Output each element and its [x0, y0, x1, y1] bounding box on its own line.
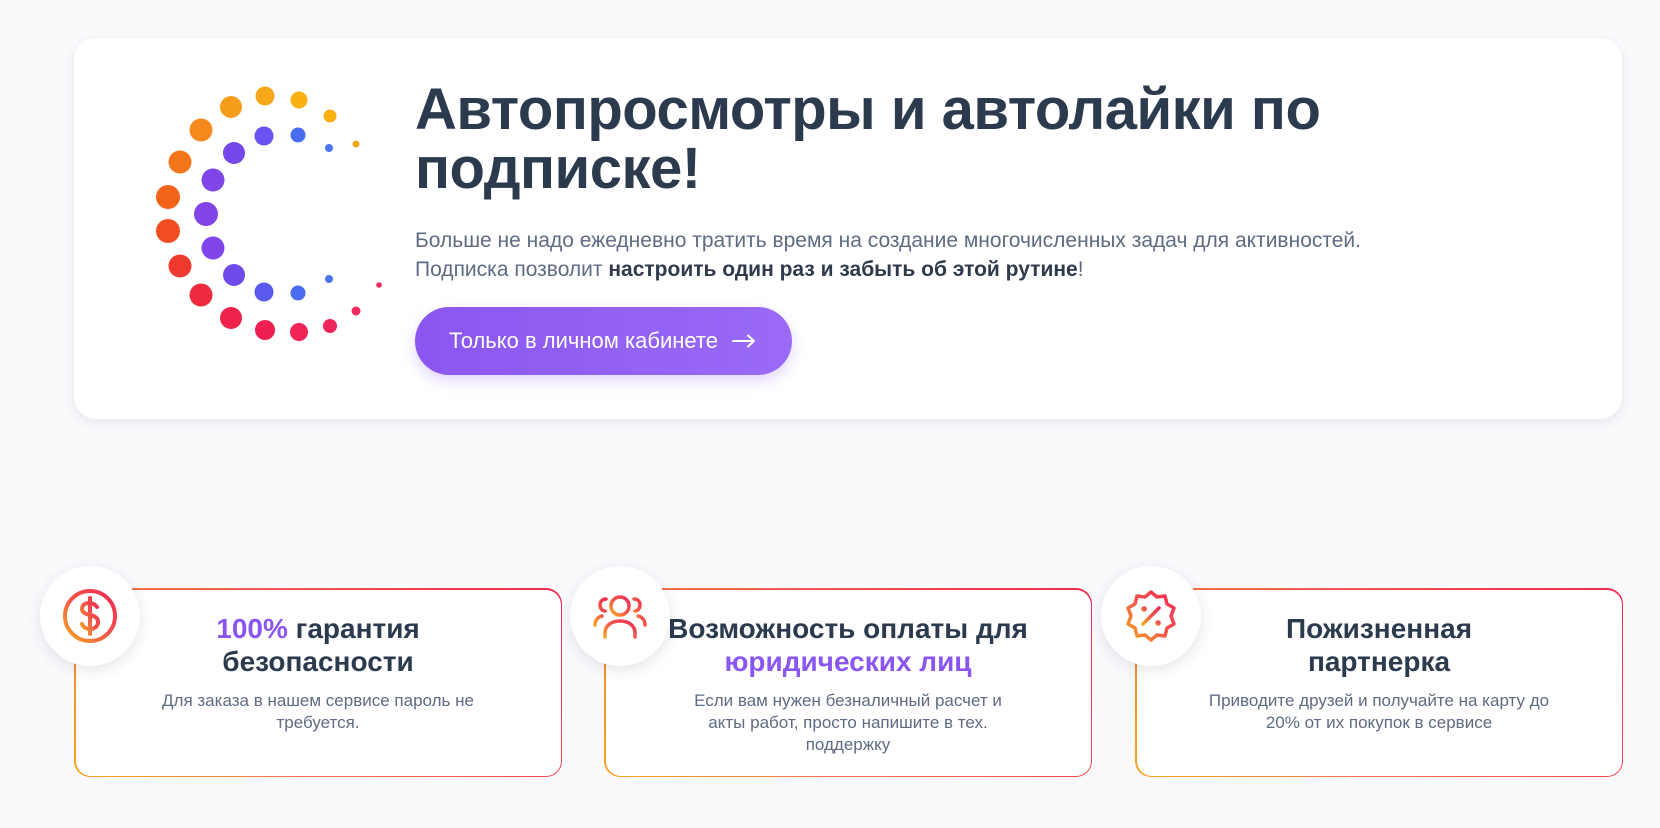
- feature-card-inner: Возможность оплаты для юридических лиц Е…: [605, 589, 1091, 776]
- logo-dot: [156, 219, 180, 243]
- arrow-right-icon: [731, 334, 755, 348]
- hero-description: Больше не надо ежедневно тратить время н…: [415, 226, 1575, 284]
- logo-dot: [290, 323, 308, 341]
- logo-dot: [194, 202, 218, 226]
- hero-title-line1: Автопросмотры и автолайки по: [415, 77, 1321, 142]
- logo-dot: [223, 142, 245, 164]
- dollar-coin-icon: [63, 589, 117, 643]
- logo-dot: [189, 283, 213, 307]
- logo-dot: [254, 126, 274, 146]
- logo-dot: [323, 109, 337, 123]
- feature-icon-badge: [1101, 566, 1201, 666]
- hero-desc-line2-pre: Подписка позволит: [415, 258, 609, 281]
- hero-desc-line2-post: !: [1077, 258, 1084, 281]
- logo-dot: [325, 275, 333, 283]
- feature-title: Пожизненная партнерка: [1285, 612, 1473, 677]
- logo-dot: [323, 319, 337, 333]
- logo-dot: [220, 307, 242, 329]
- logo-dot: [351, 306, 361, 316]
- feature-icon-badge: [40, 566, 140, 666]
- logo-dot: [290, 91, 308, 109]
- hero-desc-line1: Больше не надо ежедневно тратить время н…: [415, 229, 1361, 252]
- feature-card-partnership: Пожизненная партнерка Приводите друзей и…: [1135, 588, 1623, 777]
- logo-dot: [352, 140, 360, 148]
- logo-dot: [325, 144, 333, 152]
- logo-dot: [255, 320, 275, 340]
- logo-dot: [189, 118, 213, 142]
- users-icon: [593, 595, 647, 639]
- cta-label: Только в личном кабинете: [449, 328, 718, 353]
- feature-description: Если вам нужен безналичный расчет и акты…: [694, 690, 1002, 754]
- logo-dot: [290, 127, 306, 143]
- logo-dot: [201, 168, 225, 192]
- logo-dot: [201, 236, 225, 260]
- feature-title: 100% гарантия безопасности: [136, 612, 501, 678]
- hero-content: Автопросмотры и автолайки по подписке! Б…: [415, 80, 1575, 375]
- feature-card-legal-entities: Возможность оплаты для юридических лиц Е…: [604, 588, 1092, 777]
- feature-card-inner: 100% гарантия безопасности Для заказа в …: [75, 589, 561, 776]
- logo-dot: [255, 86, 275, 106]
- feature-title-accent: юридических лиц: [724, 645, 972, 677]
- logo-dot: [290, 285, 306, 301]
- feature-description: Приводите друзей и получайте на карту до…: [1208, 690, 1550, 732]
- hero-desc-line2-bold: настроить один раз и забыть об этой рути…: [608, 258, 1078, 281]
- personal-cabinet-button[interactable]: Только в личном кабинете: [415, 307, 792, 375]
- discount-badge-icon: [1126, 590, 1176, 642]
- feature-card-security: 100% гарантия безопасности Для заказа в …: [74, 588, 562, 777]
- hero-card: Автопросмотры и автолайки по подписке! Б…: [74, 38, 1622, 419]
- hero-title: Автопросмотры и автолайки по подписке!: [415, 80, 1575, 198]
- logo-dot: [168, 254, 192, 278]
- feature-card-inner: Пожизненная партнерка Приводите друзей и…: [1136, 589, 1622, 776]
- logo-dot: [220, 96, 242, 118]
- hero-title-line2: подписке!: [415, 136, 701, 201]
- logo-dot: [376, 282, 382, 288]
- logo-dot: [223, 264, 245, 286]
- feature-description: Для заказа в нашем сервисе пароль не тре…: [162, 690, 474, 732]
- logo-dot: [254, 282, 274, 302]
- feature-title-pre: Возможность оплаты для: [668, 612, 1028, 644]
- feature-title-accent: 100%: [216, 612, 288, 644]
- logo-dot: [156, 185, 180, 209]
- dotted-spiral-logo: [156, 86, 382, 341]
- feature-icon-badge: [570, 566, 670, 666]
- feature-title: Возможность оплаты для юридических лиц: [666, 612, 1031, 678]
- logo-dot: [168, 150, 192, 174]
